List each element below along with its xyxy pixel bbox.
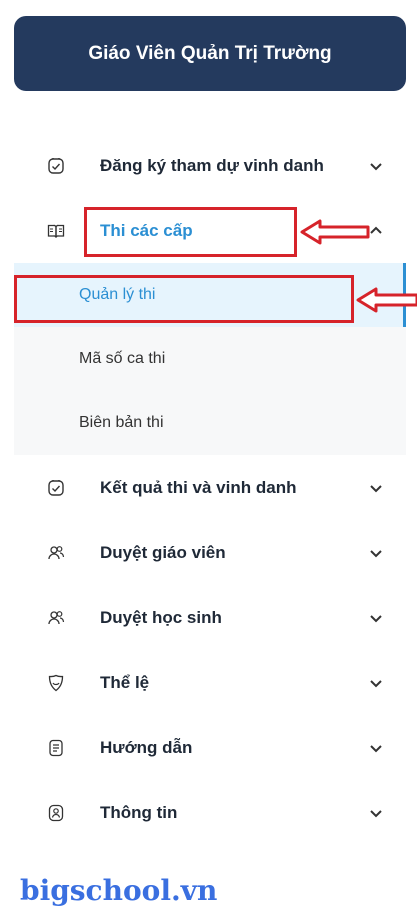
menu-item-duyet-giao-vien[interactable]: Duyệt giáo viên	[14, 520, 406, 585]
open-book-icon	[46, 221, 66, 241]
chevron-down-icon	[370, 809, 382, 817]
document-icon	[46, 738, 66, 758]
submenu-item-label: Biên bản thi	[79, 414, 164, 431]
header-title: Giáo Viên Quản Trị Trường	[88, 42, 332, 64]
menu-item-label: Thể lệ	[100, 672, 150, 692]
award-badge-icon	[46, 156, 66, 176]
chevron-down-icon	[370, 679, 382, 687]
chevron-up-icon	[370, 226, 382, 234]
menu-item-the-le[interactable]: Thể lệ	[14, 650, 406, 715]
red-arrow-icon	[300, 219, 370, 245]
chevron-down-icon	[370, 744, 382, 752]
award-badge-icon	[46, 478, 66, 498]
menu-item-label: Kết quả thi và vinh danh	[100, 477, 297, 497]
watermark-text: bigschool.vn	[20, 874, 218, 907]
chevron-down-icon	[370, 162, 382, 170]
highlight-box-quan-ly-thi	[14, 275, 354, 323]
smile-shield-icon	[46, 673, 66, 693]
chevron-down-icon	[370, 484, 382, 492]
menu-item-huong-dan[interactable]: Hướng dẫn	[14, 715, 406, 780]
chevron-down-icon	[370, 614, 382, 622]
red-arrow-icon	[356, 287, 417, 313]
menu-item-label: Thông tin	[100, 802, 178, 822]
menu-item-label: Duyệt giáo viên	[100, 542, 226, 562]
chevron-down-icon	[370, 549, 382, 557]
menu-item-label: Đăng ký tham dự vinh danh	[100, 155, 324, 175]
users-icon	[46, 608, 66, 628]
menu-item-ket-qua[interactable]: Kết quả thi và vinh danh	[14, 455, 406, 520]
menu-item-duyet-hoc-sinh[interactable]: Duyệt học sinh	[14, 585, 406, 650]
menu-item-label: Hướng dẫn	[100, 737, 193, 757]
menu-item-thong-tin[interactable]: Thông tin	[14, 780, 406, 845]
menu-item-dang-ky[interactable]: Đăng ký tham dự vinh danh	[14, 133, 406, 198]
submenu-item-label: Mã số ca thi	[79, 350, 166, 367]
app-header: Giáo Viên Quản Trị Trường	[14, 16, 406, 91]
submenu-item-bien-ban-thi[interactable]: Biên bản thi	[14, 391, 406, 455]
users-icon	[46, 543, 66, 563]
menu-item-label: Duyệt học sinh	[100, 607, 222, 627]
submenu-item-ma-so-ca-thi[interactable]: Mã số ca thi	[14, 327, 406, 391]
user-badge-icon	[46, 803, 66, 823]
highlight-box-thi-cac-cap	[84, 207, 297, 257]
